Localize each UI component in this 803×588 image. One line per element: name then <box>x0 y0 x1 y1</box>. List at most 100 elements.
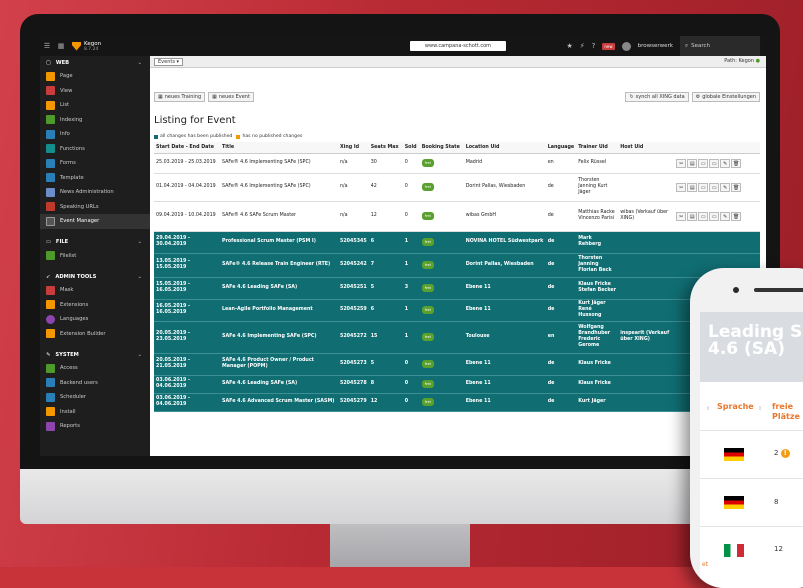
cell-language: de <box>545 353 577 376</box>
grid-icon[interactable]: ▦ <box>54 42 68 50</box>
new-training-button[interactable]: ▦ neues Training <box>154 92 206 102</box>
cell-title: SAFe 4.6 Leading SAFe (SA) <box>220 375 338 394</box>
sidebar-item-backend-users[interactable]: Backend users <box>40 376 150 391</box>
xing-icon[interactable]: ✂ <box>676 211 687 221</box>
copy-icon[interactable]: ▤ <box>687 182 698 192</box>
sidebar-item-event-manager[interactable]: Event Manager <box>40 214 150 229</box>
user-avatar-icon[interactable] <box>621 41 631 51</box>
table-row[interactable]: 03.06.2019 - 04.06.2019 SAFe 4.6 Advanced… <box>154 393 760 412</box>
col-date[interactable]: Start Date - End Date <box>154 142 220 154</box>
copy-icon[interactable]: ▤ <box>687 211 698 221</box>
flag-de-icon <box>724 496 744 509</box>
function-select[interactable]: Events ▾ <box>154 57 184 66</box>
table-row[interactable]: 20.05.2019 - 21.05.2019 SAFe 4.6 Product … <box>154 353 760 376</box>
col-trainer[interactable]: Trainer Uid <box>576 142 619 154</box>
hide-icon[interactable]: ▭ <box>698 182 709 192</box>
table-row[interactable]: 01.04.2019 - 04.04.2019 SAFe® 4.6 Impleme… <box>154 173 760 202</box>
col-xing[interactable]: Xing Id <box>338 142 369 154</box>
preview-icon[interactable]: ▭ <box>709 158 720 168</box>
list-item[interactable]: 8 <box>700 478 803 526</box>
sidebar-item-speaking-urls[interactable]: Speaking URLs <box>40 200 150 215</box>
sidebar-item-extensions[interactable]: Extensions <box>40 298 150 313</box>
col-language[interactable]: Language <box>545 142 577 154</box>
sidebar-item-page[interactable]: Page <box>40 69 150 84</box>
sidebar-item-news[interactable]: News Administration <box>40 185 150 200</box>
table-row[interactable]: 03.06.2019 - 04.06.2019 SAFe 4.6 Leading … <box>154 375 760 394</box>
flash-icon[interactable]: ⚡ <box>580 42 585 50</box>
sort-icon[interactable]: ⇕ <box>706 406 710 412</box>
col-title[interactable]: Title <box>220 142 338 154</box>
hide-icon[interactable]: ▭ <box>698 158 709 168</box>
cell-location: Dorint Pallas, Wiesbaden <box>463 253 546 278</box>
table-row[interactable]: 29.04.2019 - 30.04.2019 Professional Scru… <box>154 231 760 254</box>
list-item[interactable]: 2 ! <box>700 430 803 478</box>
edit-icon[interactable]: ✎ <box>720 182 731 192</box>
sidebar-item-list[interactable]: List <box>40 98 150 113</box>
col-host[interactable]: Host Uid <box>618 142 675 154</box>
cell-xing-id: n/a <box>338 173 369 202</box>
sidebar-item-mask[interactable]: Mask <box>40 283 150 298</box>
table-row[interactable]: 13.05.2019 - 15.05.2019 SAFe® 4.6 Release… <box>154 253 760 278</box>
forms-icon <box>46 158 55 168</box>
col-seats[interactable]: Seats Max <box>368 142 403 154</box>
table-row[interactable]: 15.05.2019 - 16.05.2019 SAFe 4.6 Leading … <box>154 277 760 300</box>
hide-icon[interactable]: ▭ <box>698 211 709 221</box>
section-system[interactable]: ✎ SYSTEM ⌄ <box>40 348 150 361</box>
edit-icon[interactable]: ✎ <box>720 211 731 221</box>
sidebar-item-template[interactable]: Template <box>40 171 150 186</box>
doc-header: Events ▾ Path: Kegon ● <box>150 56 766 68</box>
sidebar-item-extension-builder[interactable]: Extension Builder <box>40 327 150 342</box>
col-sold[interactable]: Sold <box>402 142 420 154</box>
synch-xing-button[interactable]: ↻ synch all XING data <box>625 92 689 102</box>
sidebar-item-forms[interactable]: Forms <box>40 156 150 171</box>
sort-icon[interactable]: ⇕ <box>758 406 762 412</box>
chevron-down-icon: ⌄ <box>137 273 142 280</box>
delete-icon[interactable]: 🗑 <box>731 182 742 192</box>
sidebar-item-indexing[interactable]: Indexing <box>40 113 150 128</box>
sidebar-item-functions[interactable]: Functions <box>40 142 150 157</box>
notification-badge[interactable]: new <box>602 42 615 50</box>
section-admin-tools[interactable]: ➶ ADMIN TOOLS ⌄ <box>40 270 150 283</box>
edit-icon[interactable]: ✎ <box>720 158 731 168</box>
xing-icon[interactable]: ✂ <box>676 158 687 168</box>
eye-icon <box>46 86 55 96</box>
col-freie-plaetze[interactable]: freie Plätze <box>772 402 803 422</box>
delete-icon[interactable]: 🗑 <box>731 158 742 168</box>
copy-icon[interactable]: ▤ <box>687 158 698 168</box>
col-location[interactable]: Location Uid <box>463 142 546 154</box>
search-field[interactable]: ⌕ Search <box>680 36 760 56</box>
delete-icon[interactable]: 🗑 <box>731 211 742 221</box>
section-web[interactable]: ▢ WEB ⌄ <box>40 56 150 69</box>
sidebar-item-info[interactable]: Info <box>40 127 150 142</box>
col-sprache[interactable]: Sprache <box>717 402 754 412</box>
module-content: ▦ neues Training ▦ neues Event ↻ synch all … <box>150 68 766 456</box>
sidebar-item-view[interactable]: View <box>40 84 150 99</box>
table-row[interactable]: 25.03.2019 - 25.03.2019 SAFe® 4.6 Impleme… <box>154 153 760 174</box>
sidebar-item-scheduler[interactable]: Scheduler <box>40 390 150 405</box>
section-file[interactable]: ▭ FILE ⌄ <box>40 236 150 249</box>
username[interactable]: browserwerk <box>638 43 673 49</box>
preview-icon[interactable]: ▭ <box>709 211 720 221</box>
col-booking[interactable]: Booking State <box>419 142 464 154</box>
sidebar-item-install[interactable]: Install <box>40 405 150 420</box>
cell-booking-state: frei <box>419 393 464 412</box>
sidebar-item-filelist[interactable]: Filelist <box>40 249 150 264</box>
cell-date: 09.04.2019 - 10.04.2019 <box>154 201 220 232</box>
sidebar-item-languages[interactable]: Languages <box>40 312 150 327</box>
table-row[interactable]: 09.04.2019 - 10.04.2019 SAFe® 4.6 SAFe Sc… <box>154 201 760 232</box>
cell-language: en <box>545 153 577 174</box>
star-icon[interactable]: ★ <box>566 42 572 50</box>
global-settings-button[interactable]: ⚙ globale Einstellungen <box>691 92 760 102</box>
sidebar-item-reports[interactable]: Reports <box>40 419 150 434</box>
table-row[interactable]: 16.05.2019 - 16.05.2019 Lean-Agile Portfo… <box>154 299 760 322</box>
help-icon[interactable]: ? <box>592 42 596 50</box>
menu-icon[interactable]: ☰ <box>40 42 54 50</box>
table-row[interactable]: 20.05.2019 - 23.05.2019 SAFe 4.6 Implemen… <box>154 321 760 354</box>
new-event-button[interactable]: ▦ neues Event <box>208 92 254 102</box>
url-bar[interactable]: www.campana-schott.com <box>410 41 506 51</box>
preview-icon[interactable]: ▭ <box>709 182 720 192</box>
xing-icon[interactable]: ✂ <box>676 182 687 192</box>
cell-title: SAFe® 4.6 Implementing SAFe (SPC) <box>220 153 338 174</box>
brand[interactable]: Kegon 8.7.24 <box>72 41 101 52</box>
sidebar-item-access[interactable]: Access <box>40 361 150 376</box>
